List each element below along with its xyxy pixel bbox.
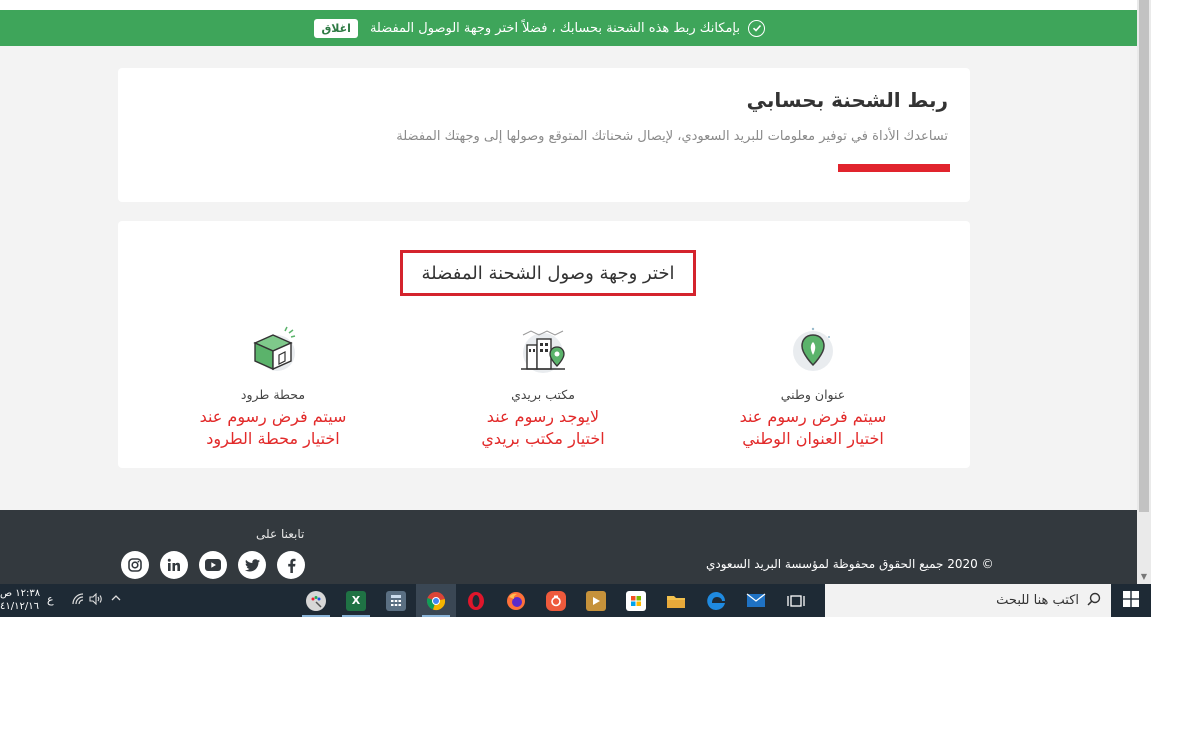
firefox-icon [506, 591, 526, 611]
scroll-down-arrow-icon[interactable]: ▼ [1139, 572, 1149, 582]
card-description: تساعدك الأداة في توفير معلومات للبريد ال… [396, 129, 948, 144]
fee-note-line2: اختيار مكتب بريدي [481, 429, 605, 448]
page-scrollbar[interactable]: ▼ [1137, 0, 1151, 584]
scrollbar-thumb[interactable] [1139, 0, 1149, 512]
option-label: محطة طرود [240, 387, 306, 402]
destination-heading: اختر وجهة وصول الشحنة المفضلة [421, 262, 675, 284]
taskbar-app-mail[interactable] [736, 584, 776, 617]
site-footer: تابعنا على © 2020 جميع الحقوق محفوظة لمؤ… [0, 510, 1137, 584]
fee-note-line1: سيتم فرض رسوم عند [199, 407, 347, 426]
check-circle-icon [748, 19, 765, 37]
fee-note-line1: سيتم فرض رسوم عند [739, 407, 887, 426]
taskbar-clock[interactable]: ١٢:٣٨ ص ٤١/١٢/١٦ [0, 587, 41, 613]
edge-icon [706, 591, 726, 611]
windows-logo-icon [1123, 590, 1139, 611]
twitter-icon[interactable] [238, 551, 266, 579]
fee-note-line1: لايوجد رسوم عند [486, 407, 600, 426]
taskbar-app-chrome[interactable] [416, 584, 456, 617]
banner-close-button[interactable]: اغلاق [314, 18, 358, 38]
task-view-icon [786, 591, 806, 611]
taskbar-app-paint[interactable] [296, 584, 336, 617]
volume-icon[interactable] [89, 592, 103, 608]
taskbar-app-media-player[interactable] [576, 584, 616, 617]
taskbar-app-store[interactable] [616, 584, 656, 617]
card-title: ربط الشحنة بحسابي [746, 88, 948, 112]
screen: بإمكانك ربط هذه الشحنة بحسابك ، فضلاً اخ… [0, 0, 1200, 750]
option-post-office[interactable]: مكتب بريدي لايوجد رسوم عند اختيار مكتب ب… [443, 321, 643, 461]
notification-banner: بإمكانك ربط هذه الشحنة بحسابك ، فضلاً اخ… [0, 10, 1137, 46]
taskbar-apps: X [296, 584, 816, 617]
instagram-icon[interactable] [121, 551, 149, 579]
page-top-strip [0, 0, 1137, 10]
clock-date: ٤١/١٢/١٦ [0, 601, 39, 612]
social-links [121, 551, 305, 579]
fee-note-line2: اختيار العنوان الوطني [742, 429, 884, 448]
facebook-icon[interactable] [277, 551, 305, 579]
follow-us-label: تابعنا على [256, 527, 305, 541]
youtube-icon[interactable] [199, 551, 227, 579]
search-placeholder: اكتب هنا للبحث [996, 593, 1079, 608]
linkedin-icon[interactable] [160, 551, 188, 579]
taskbar-app-excel[interactable]: X [336, 584, 376, 617]
fee-note-line2: اختيار محطة الطرود [206, 429, 340, 448]
media-player-icon [586, 590, 606, 611]
parcel-box-icon [243, 321, 303, 381]
clock-time: ١٢:٣٨ ص [0, 588, 41, 599]
taskbar-app-camera[interactable] [536, 584, 576, 617]
search-icon [1087, 591, 1101, 610]
destination-heading-box: اختر وجهة وصول الشحنة المفضلة [400, 250, 696, 296]
input-language-indicator[interactable]: ع [47, 593, 54, 606]
taskbar-app-edge[interactable] [696, 584, 736, 617]
network-icon[interactable] [72, 593, 84, 608]
map-pin-icon [783, 321, 843, 381]
taskbar-app-task-view[interactable] [776, 584, 816, 617]
paint-icon [306, 590, 326, 611]
excel-icon: X [346, 590, 366, 611]
post-office-icon [513, 321, 573, 381]
copyright-text: © 2020 جميع الحقوق محفوظة لمؤسسة البريد … [706, 557, 994, 571]
show-hidden-icons-chevron-icon[interactable] [110, 592, 122, 607]
option-parcel-station[interactable]: محطة طرود سيتم فرض رسوم عند اختيار محطة … [173, 321, 373, 461]
taskbar-app-firefox[interactable] [496, 584, 536, 617]
file-explorer-icon [666, 591, 686, 611]
taskbar-app-file-explorer[interactable] [656, 584, 696, 617]
option-label: مكتب بريدي [511, 387, 575, 402]
destination-card: اختر وجهة وصول الشحنة المفضلة عنوان وطني… [118, 221, 970, 468]
store-icon [626, 590, 646, 611]
option-label: عنوان وطني [780, 387, 846, 402]
chrome-icon [426, 591, 446, 611]
windows-taskbar: ١٢:٣٨ ص ٤١/١٢/١٦ ع X اكتب هنا للبحث [0, 584, 1151, 617]
accent-bar [838, 164, 950, 172]
taskbar-app-opera[interactable] [456, 584, 496, 617]
taskbar-app-calculator[interactable] [376, 584, 416, 617]
banner-message: بإمكانك ربط هذه الشحنة بحسابك ، فضلاً اخ… [369, 20, 740, 36]
link-shipment-card: ربط الشحنة بحسابي تساعدك الأداة في توفير… [118, 68, 970, 202]
browser-page: بإمكانك ربط هذه الشحنة بحسابك ، فضلاً اخ… [0, 0, 1137, 584]
mail-icon [746, 591, 766, 611]
opera-icon [466, 591, 486, 611]
option-national-address[interactable]: عنوان وطني سيتم فرض رسوم عند اختيار العن… [713, 321, 913, 461]
start-button[interactable] [1111, 584, 1151, 617]
calculator-icon [386, 590, 406, 611]
camera-app-icon [546, 590, 566, 611]
taskbar-search-box[interactable]: اكتب هنا للبحث [825, 584, 1111, 617]
